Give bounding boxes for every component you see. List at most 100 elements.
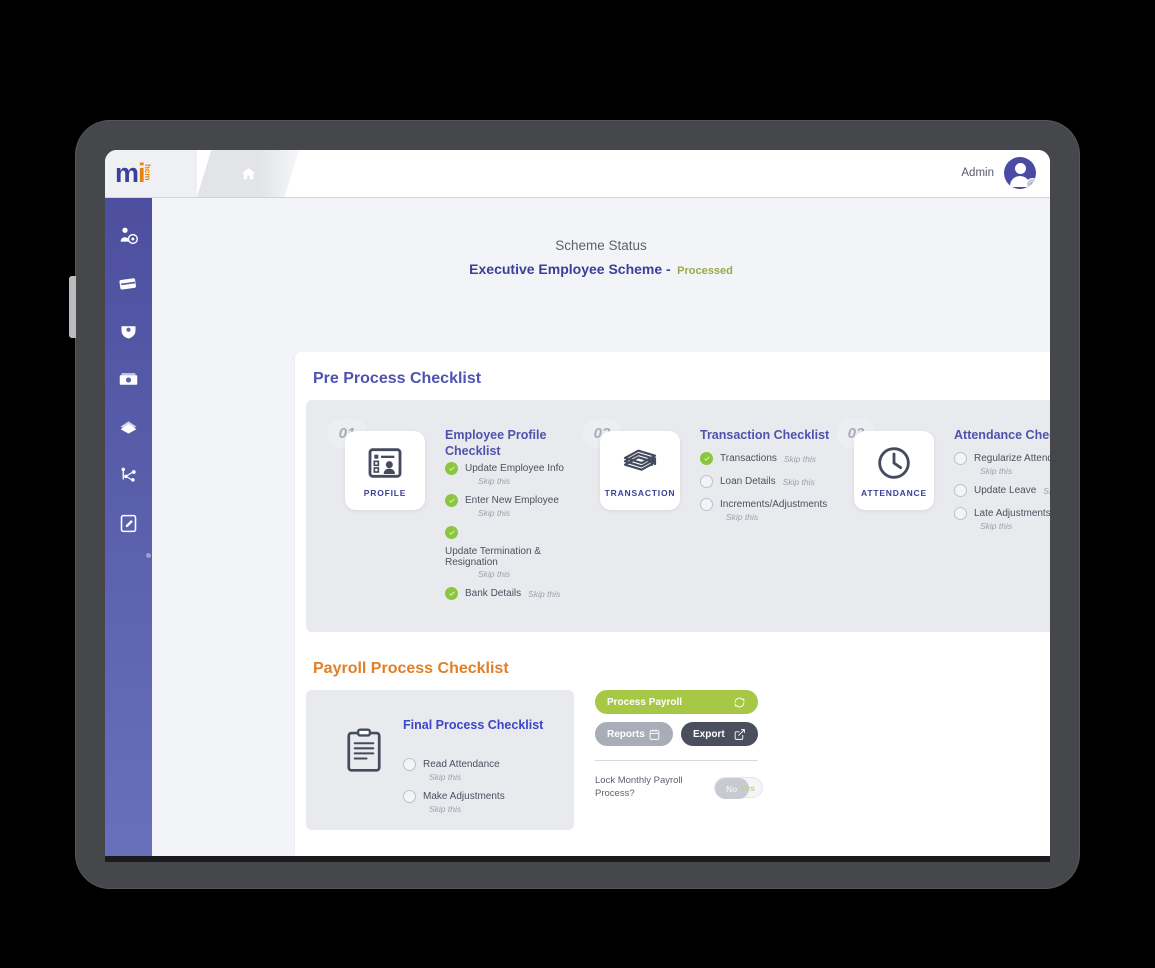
clock-icon (878, 447, 910, 479)
scheme-name: Executive Employee Scheme - (469, 261, 671, 277)
step-card-attendance[interactable]: ATTENDANCE (854, 431, 934, 510)
list-item-label: Loan Details (720, 476, 776, 487)
final-process-heading: Final Process Checklist (403, 718, 544, 732)
sidebar (105, 198, 152, 860)
unchecked-circle-icon[interactable] (700, 498, 713, 511)
checklist-card: Pre Process Checklist 01 PROFILE (295, 352, 1050, 860)
sidebar-item-edit-document[interactable] (105, 499, 152, 547)
check-icon (700, 452, 713, 465)
sidebar-item-org-network[interactable] (105, 451, 152, 499)
sidebar-item-shield-badge[interactable] (105, 307, 152, 355)
unchecked-circle-icon[interactable] (954, 484, 967, 497)
list-item[interactable]: Read Attendance (403, 758, 505, 771)
tablet-side-button[interactable] (69, 276, 76, 338)
reports-button[interactable]: Reports (595, 722, 673, 746)
avatar-head (1014, 163, 1026, 174)
list-item[interactable]: Late Adjustments (954, 507, 1050, 520)
sidebar-item-payment-card[interactable] (105, 259, 152, 307)
logo-hcm-text: hcm (143, 164, 153, 181)
skip-link[interactable]: Skip this (784, 454, 816, 464)
skip-link[interactable]: Skip this (726, 512, 850, 522)
shield-badge-icon (121, 325, 136, 338)
toggle-option-yes[interactable]: Yes (740, 783, 755, 793)
step-card-profile[interactable]: PROFILE (345, 431, 425, 510)
lock-payroll-toggle[interactable]: No Yes (713, 777, 763, 800)
unchecked-circle-icon[interactable] (403, 758, 416, 771)
skip-link[interactable]: Skip this (980, 521, 1050, 531)
transaction-checklist-items: Transactions Skip this Loan Details Skip… (700, 452, 850, 530)
check-icon (445, 587, 458, 600)
list-item-label: Read Attendance (423, 759, 500, 770)
list-item[interactable]: Make Adjustments (403, 790, 505, 803)
skip-link[interactable]: Skip this (478, 476, 595, 486)
list-item[interactable]: Regularize Attendance (954, 452, 1050, 465)
employee-profile-checklist-heading: Employee Profile Checklist (445, 428, 547, 458)
employee-profile-checklist-items: Update Employee Info Skip this Enter New… (445, 462, 595, 601)
skip-link[interactable]: Skip this (429, 804, 505, 814)
refresh-icon (734, 697, 745, 707)
list-item-label: Transactions (720, 453, 777, 464)
unchecked-circle-icon[interactable] (700, 475, 713, 488)
unchecked-circle-icon[interactable] (954, 452, 967, 465)
skip-link[interactable]: Skip this (478, 508, 595, 518)
profile-card-icon (368, 448, 402, 478)
step-label-transaction: TRANSACTION (604, 488, 676, 498)
step-label-attendance: ATTENDANCE (861, 488, 927, 498)
pre-process-title: Pre Process Checklist (313, 370, 482, 387)
sidebar-item-employee-settings[interactable] (105, 211, 152, 259)
skip-link[interactable]: Skip this (478, 569, 595, 579)
app-logo[interactable]: m i hcm (105, 150, 197, 197)
list-item-label: Increments/Adjustments (720, 499, 828, 510)
export-button[interactable]: Export (681, 722, 758, 746)
sidebar-item-book-stack[interactable] (105, 403, 152, 451)
unchecked-circle-icon[interactable] (403, 790, 416, 803)
unchecked-circle-icon[interactable] (954, 507, 967, 520)
step-label-profile: PROFILE (363, 488, 407, 498)
list-item[interactable]: Update Employee Info (445, 462, 595, 475)
list-item[interactable]: Update Termination & Resignation (445, 526, 595, 568)
sidebar-item-money[interactable] (105, 355, 152, 403)
status-badge: Processed (677, 265, 733, 277)
list-item-label: Update Termination & Resignation (445, 546, 541, 568)
check-icon (445, 494, 458, 507)
calendar-icon (649, 729, 660, 740)
list-item-label: Enter New Employee (465, 495, 559, 506)
scheme-name-row: Executive Employee Scheme - Processed (152, 261, 1050, 279)
payroll-actions: Process Payroll Reports Export Lock Mont… (595, 690, 763, 801)
tablet-screen: m i hcm Admin Scheme Status Executive Em… (105, 150, 1050, 860)
admin-label: Admin (961, 167, 994, 179)
org-network-icon (121, 467, 136, 482)
book-stack-icon (120, 420, 137, 434)
gear-icon[interactable] (1026, 178, 1036, 189)
skip-link[interactable]: Skip this (1043, 486, 1050, 496)
list-item[interactable]: Update Leave Skip this (954, 484, 1050, 497)
process-payroll-button[interactable]: Process Payroll (595, 690, 758, 714)
list-item[interactable]: Transactions Skip this (700, 452, 850, 465)
lock-payroll-label: Lock Monthly Payroll Process? (595, 775, 683, 799)
external-link-icon (734, 728, 745, 740)
list-item[interactable]: Increments/Adjustments (700, 498, 850, 511)
skip-link[interactable]: Skip this (528, 589, 560, 599)
admin-area[interactable]: Admin (961, 157, 1036, 189)
scheme-status-title: Scheme Status (555, 238, 647, 253)
list-item[interactable]: Loan Details Skip this (700, 475, 850, 488)
skip-link[interactable]: Skip this (783, 477, 815, 487)
money-stack-icon (623, 449, 657, 471)
list-item[interactable]: Enter New Employee (445, 494, 595, 507)
edit-document-icon (120, 514, 137, 532)
money-icon (119, 372, 138, 385)
check-icon (445, 526, 458, 539)
screen-bottom-edge (105, 856, 1050, 862)
final-process-items: Read Attendance Skip this Make Adjustmen… (403, 758, 505, 822)
skip-link[interactable]: Skip this (980, 466, 1050, 476)
divider (595, 760, 758, 761)
avatar[interactable] (1004, 157, 1036, 189)
step-card-transaction[interactable]: TRANSACTION (600, 431, 680, 510)
sidebar-collapse-handle[interactable] (146, 553, 151, 558)
skip-link[interactable]: Skip this (429, 772, 505, 782)
list-item-label: Late Adjustments (974, 508, 1050, 519)
home-tab[interactable] (197, 150, 299, 197)
payroll-process-title: Payroll Process Checklist (313, 660, 509, 677)
employee-settings-icon (120, 227, 138, 244)
list-item[interactable]: Bank Details Skip this (445, 587, 595, 600)
